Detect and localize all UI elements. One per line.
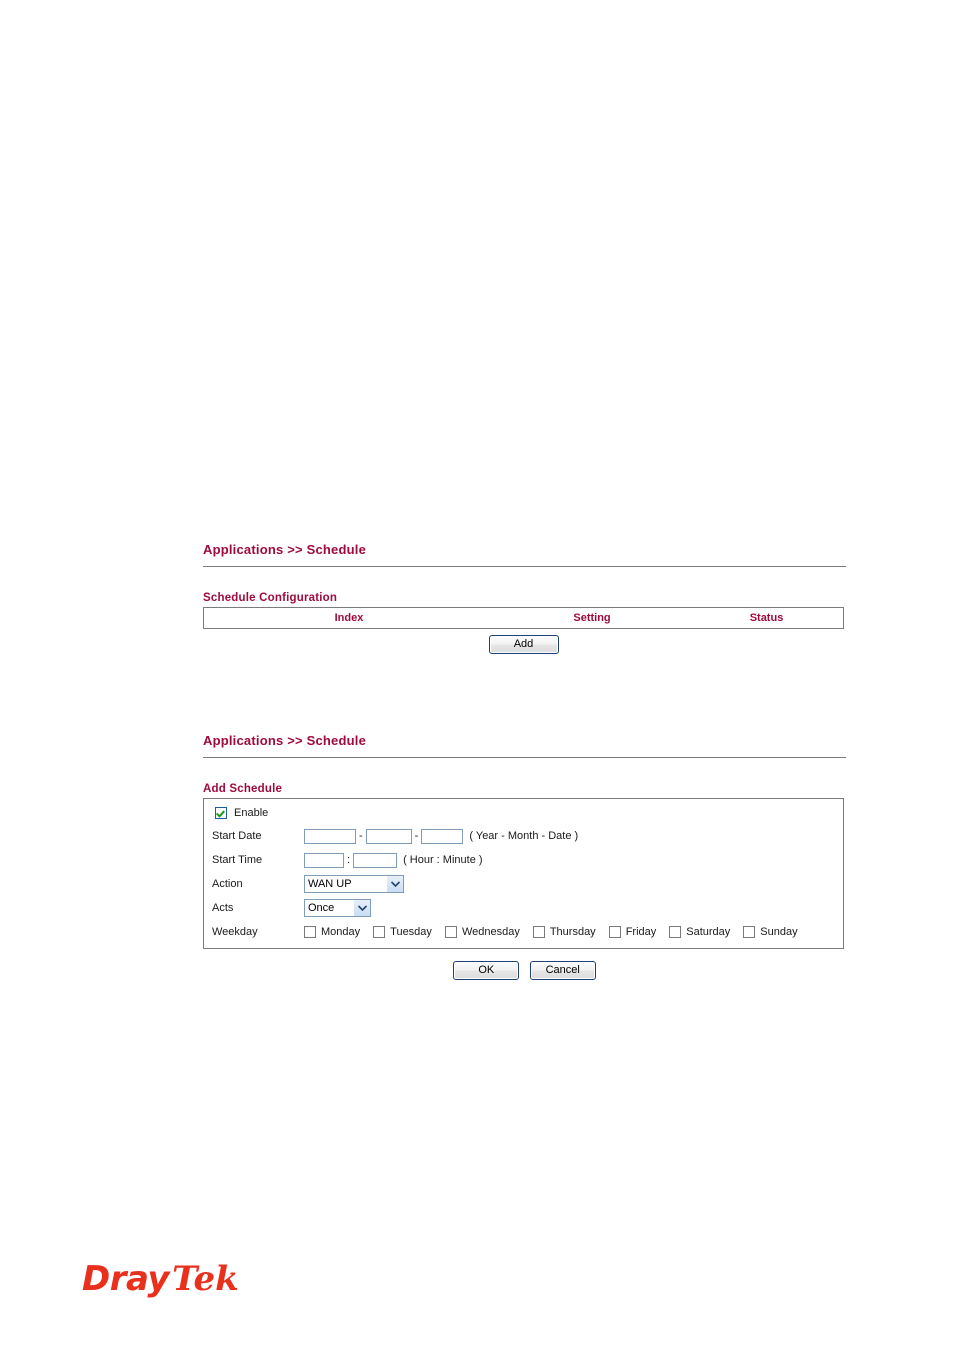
- weekday-label: Weekday: [212, 926, 258, 938]
- schedule-configuration-section: Applications >> Schedule: [203, 542, 846, 567]
- weekday-tuesday[interactable]: Tuesday: [373, 926, 432, 938]
- add-button[interactable]: Add: [488, 635, 559, 654]
- weekday-saturday-checkbox[interactable]: [669, 926, 682, 938]
- acts-select-value: Once: [308, 902, 335, 914]
- weekday-field: Monday Tuesday Wednesday Thursday Friday: [304, 926, 798, 938]
- add-schedule-title: Add Schedule: [203, 783, 283, 795]
- weekday-sunday[interactable]: Sunday: [743, 926, 798, 938]
- enable-label: Enable: [234, 807, 269, 819]
- weekday-sunday-checkbox[interactable]: [743, 926, 756, 938]
- logo-text-dray: Dray: [82, 1259, 170, 1299]
- weekday-tuesday-checkbox[interactable]: [373, 926, 386, 938]
- action-label: Action: [212, 878, 243, 890]
- weekday-friday-label: Friday: [625, 926, 657, 938]
- chevron-down-icon: [387, 876, 403, 892]
- weekday-thursday-checkbox[interactable]: [532, 926, 545, 938]
- weekday-saturday-label: Saturday: [686, 926, 731, 938]
- start-date-hint: ( Year - Month - Date ): [469, 830, 579, 842]
- draytek-logo: DrayTek: [82, 1259, 239, 1299]
- start-date-row: Start Date - - ( Year - Month - Date ): [204, 824, 843, 848]
- action-row: Action WAN UP: [204, 872, 843, 896]
- start-date-field: - - ( Year - Month - Date ): [304, 828, 579, 844]
- add-schedule-form: Enable Start Date - - ( Year - Month - D…: [203, 798, 844, 949]
- weekday-wednesday-label: Wednesday: [461, 926, 520, 938]
- add-button-row: Add: [203, 634, 844, 654]
- start-date-month-input[interactable]: [365, 828, 412, 844]
- weekday-monday-label: Monday: [321, 926, 361, 938]
- weekday-thursday-label: Thursday: [549, 926, 596, 938]
- start-date-separator-2: -: [414, 830, 419, 842]
- action-select-value: WAN UP: [308, 878, 352, 890]
- enable-checkbox[interactable]: [215, 807, 227, 819]
- weekday-monday-checkbox[interactable]: [304, 926, 316, 938]
- schedule-table: Index Setting Status: [203, 607, 844, 629]
- start-date-label: Start Date: [212, 830, 262, 842]
- add-schedule-block: Add Schedule Enable Start Date - - ( Yea…: [203, 783, 846, 949]
- weekday-wednesday-checkbox[interactable]: [444, 926, 457, 938]
- page-title-two: Applications >> Schedule: [203, 733, 367, 748]
- acts-row: Acts Once: [204, 896, 843, 920]
- start-time-hint: ( Hour : Minute ): [403, 854, 483, 866]
- title-divider-two: [203, 757, 846, 758]
- start-time-separator: :: [347, 854, 351, 866]
- action-field: WAN UP: [304, 875, 404, 893]
- table-header-row: Index Setting Status: [204, 608, 843, 628]
- page-title-one: Applications >> Schedule: [203, 542, 367, 557]
- form-actions: OK Cancel: [203, 960, 846, 980]
- weekday-saturday[interactable]: Saturday: [669, 926, 730, 938]
- start-time-row: Start Time : ( Hour : Minute ): [204, 848, 843, 872]
- start-time-field: : ( Hour : Minute ): [304, 852, 483, 868]
- add-schedule-section: Applications >> Schedule: [203, 733, 846, 758]
- weekday-tuesday-label: Tuesday: [390, 926, 432, 938]
- ok-button[interactable]: OK: [453, 961, 520, 980]
- column-header-status: Status: [749, 612, 784, 624]
- start-time-minute-input[interactable]: [353, 852, 398, 868]
- column-header-setting: Setting: [573, 612, 611, 624]
- enable-row: Enable: [204, 802, 843, 824]
- start-date-year-input[interactable]: [304, 828, 356, 844]
- action-select[interactable]: WAN UP: [304, 875, 404, 893]
- chevron-down-icon: [354, 900, 370, 916]
- logo-text-tek: Tek: [172, 1259, 239, 1299]
- acts-label: Acts: [212, 902, 234, 914]
- schedule-configuration-block: Schedule Configuration Index Setting Sta…: [203, 592, 846, 654]
- acts-field: Once: [304, 899, 371, 917]
- weekday-thursday[interactable]: Thursday: [532, 926, 596, 938]
- start-time-label: Start Time: [212, 854, 263, 866]
- start-date-day-input[interactable]: [421, 828, 464, 844]
- title-divider-one: [203, 566, 846, 567]
- acts-select[interactable]: Once: [304, 899, 371, 917]
- weekday-row: Weekday Monday Tuesday Wednesday Thursda…: [204, 920, 843, 944]
- weekday-sunday-label: Sunday: [760, 926, 798, 938]
- column-header-index: Index: [334, 612, 364, 624]
- weekday-wednesday[interactable]: Wednesday: [444, 926, 520, 938]
- weekday-friday[interactable]: Friday: [608, 926, 657, 938]
- start-time-hour-input[interactable]: [304, 852, 344, 868]
- schedule-configuration-title: Schedule Configuration: [203, 592, 338, 604]
- cancel-button[interactable]: Cancel: [529, 961, 596, 980]
- weekday-friday-checkbox[interactable]: [608, 926, 621, 938]
- start-date-separator-1: -: [359, 830, 363, 842]
- weekday-monday[interactable]: Monday: [304, 926, 360, 938]
